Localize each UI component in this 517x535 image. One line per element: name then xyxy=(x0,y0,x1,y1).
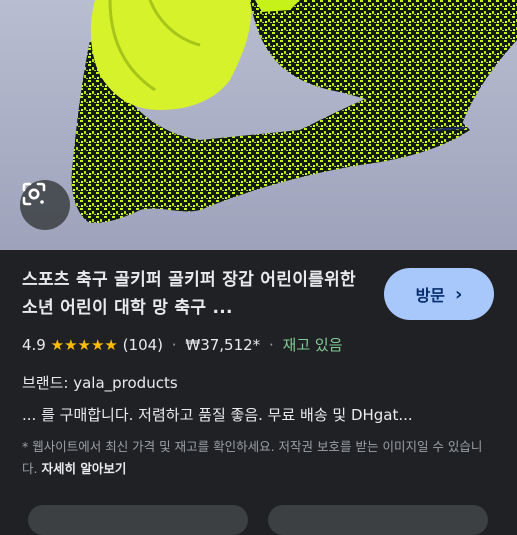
stock-status: 재고 있음 xyxy=(282,336,343,354)
brand-line: 브랜드: yala_products xyxy=(22,374,178,392)
visit-button-label: 방문 xyxy=(415,286,446,305)
separator-dot: · xyxy=(171,336,177,354)
rating-value: 4.9 xyxy=(22,336,46,354)
goalkeeper-glove-image xyxy=(71,0,517,223)
bottom-action-chip-right[interactable] xyxy=(268,505,488,535)
product-title[interactable]: 스포츠 축구 골키퍼 골키퍼 장갑 어린이를위한 소년 어린이 대학 망 축구 … xyxy=(22,266,372,322)
bottom-action-chip-left[interactable] xyxy=(28,505,248,535)
star-rating-icon: ★★★★★ xyxy=(50,336,118,354)
chevron-right-icon: › xyxy=(455,283,463,305)
visit-button[interactable]: 방문 › xyxy=(384,268,494,320)
disclaimer-note: * 웹사이트에서 최신 가격 및 재고를 확인하세요. 저작권 보호를 받는 이… xyxy=(22,436,497,480)
rating-price-row: 4.9 ★★★★★ (104) · ₩37,512* · 재고 있음 xyxy=(22,334,343,355)
learn-more-link[interactable]: 자세히 알아보기 xyxy=(41,461,126,476)
price: ₩37,512* xyxy=(185,336,261,354)
product-description: ... 를 구매합니다. 저렴하고 품질 좋음. 무료 배송 및 DHgat..… xyxy=(22,406,413,424)
google-lens-button[interactable] xyxy=(20,180,70,230)
product-image[interactable] xyxy=(0,0,517,250)
google-lens-icon xyxy=(22,182,46,206)
review-count: (104) xyxy=(122,336,164,354)
separator-dot: · xyxy=(268,336,274,354)
